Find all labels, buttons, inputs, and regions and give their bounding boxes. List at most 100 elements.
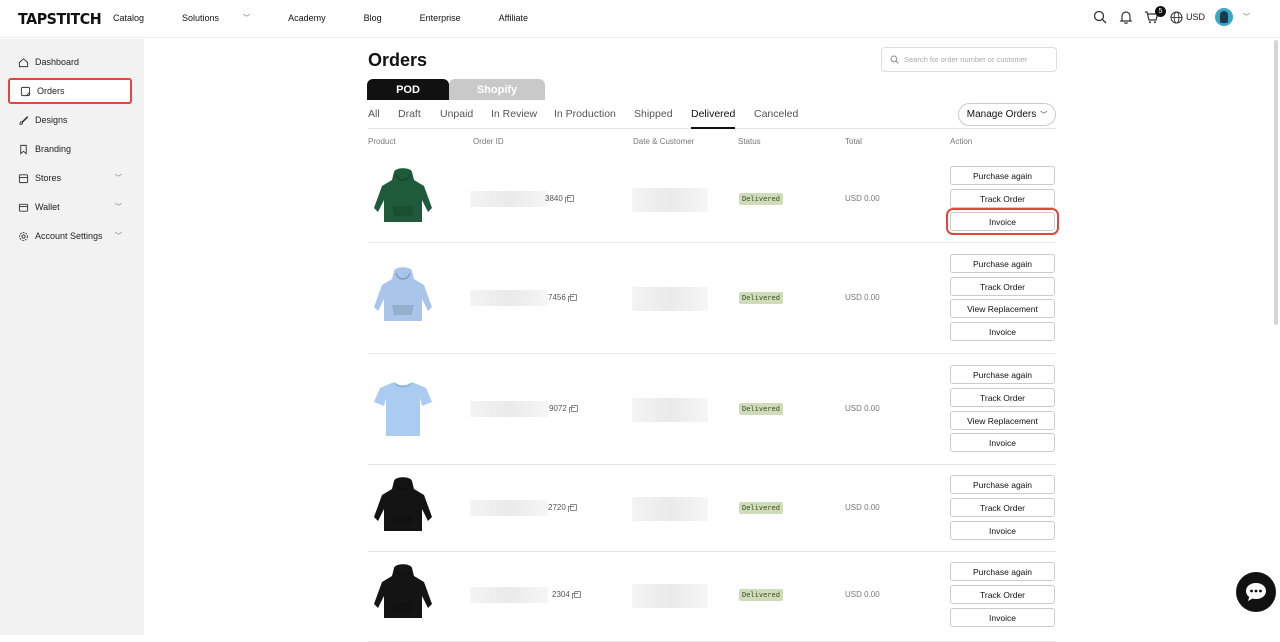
cart-icon[interactable]: 5 bbox=[1144, 6, 1166, 25]
tab-canceled[interactable]: Canceled bbox=[754, 108, 798, 129]
sidebar-item-label: Dashboard bbox=[35, 57, 80, 67]
invoice-button[interactable]: Invoice bbox=[946, 208, 1059, 235]
purchase-again-button[interactable]: Purchase again bbox=[950, 254, 1055, 273]
copy-icon[interactable] bbox=[564, 195, 574, 203]
track-order-button[interactable]: Track Order bbox=[950, 388, 1055, 407]
sidebar-item-label: Stores bbox=[35, 173, 62, 183]
copy-icon[interactable] bbox=[567, 504, 577, 512]
status-badge: Delivered bbox=[739, 193, 783, 205]
tab-delivered[interactable]: Delivered bbox=[691, 108, 736, 129]
search-icon[interactable] bbox=[1092, 9, 1108, 25]
product-image[interactable] bbox=[368, 263, 438, 333]
order-id: 2304 bbox=[552, 590, 581, 599]
sidebar-item-orders[interactable]: Orders bbox=[8, 78, 132, 104]
sidebar-item-account-settings[interactable]: Account Settings ﹀ bbox=[8, 223, 132, 249]
product-image[interactable] bbox=[368, 560, 438, 630]
order-total: USD 0.00 bbox=[845, 194, 880, 203]
product-image[interactable] bbox=[368, 374, 438, 444]
invoice-button[interactable]: Invoice bbox=[950, 433, 1055, 452]
invoice-button[interactable]: Invoice bbox=[950, 521, 1055, 540]
view-replacement-button[interactable]: View Replacement bbox=[950, 299, 1055, 318]
tab-in-review[interactable]: In Review bbox=[491, 108, 537, 129]
brand-logo[interactable]: TAPSTITCH bbox=[18, 10, 102, 28]
purchase-again-button[interactable]: Purchase again bbox=[950, 475, 1055, 494]
nav-link-academy[interactable]: Academy bbox=[288, 13, 345, 23]
status-badge: Delivered bbox=[739, 502, 783, 514]
column-header: Action bbox=[950, 137, 973, 146]
search-icon bbox=[890, 55, 899, 64]
chevron-down-icon: ﹀ bbox=[115, 233, 122, 240]
product-image[interactable] bbox=[368, 164, 438, 234]
right-nav: 5 USD ﹀ bbox=[1092, 6, 1250, 26]
column-header: Total bbox=[845, 137, 862, 146]
status-badge: Delivered bbox=[739, 292, 783, 304]
order-total: USD 0.00 bbox=[845, 503, 880, 512]
track-order-button[interactable]: Track Order bbox=[950, 585, 1055, 604]
order-id: 7456 bbox=[548, 293, 577, 302]
view-replacement-button[interactable]: View Replacement bbox=[950, 411, 1055, 430]
currency-selector[interactable]: USD bbox=[1170, 11, 1205, 24]
sidebar-item-dashboard[interactable]: Dashboard bbox=[8, 49, 132, 75]
redacted-date-customer bbox=[632, 398, 708, 422]
copy-icon[interactable] bbox=[571, 591, 581, 599]
sidebar-item-wallet[interactable]: Wallet ﹀ bbox=[8, 194, 132, 220]
tab-unpaid[interactable]: Unpaid bbox=[440, 108, 473, 129]
orders-icon bbox=[19, 85, 31, 97]
page-title: Orders bbox=[368, 50, 428, 70]
purchase-again-button[interactable]: Purchase again bbox=[950, 562, 1055, 581]
sidebar: Dashboard Orders Designs Branding Stores ﹀ Wal… bbox=[0, 39, 144, 635]
status-badge: Delivered bbox=[739, 403, 783, 415]
wallet-icon bbox=[17, 201, 29, 213]
sidebar-item-stores[interactable]: Stores ﹀ bbox=[8, 165, 132, 191]
table-row: 2304 Delivered USD 0.00 Purchase again Track… bbox=[368, 552, 1056, 642]
purchase-again-button[interactable]: Purchase again bbox=[950, 365, 1055, 384]
nav-link-catalog[interactable]: Catalog bbox=[113, 13, 163, 23]
copy-icon[interactable] bbox=[568, 405, 578, 413]
redacted-order-id bbox=[470, 290, 548, 306]
redacted-order-id bbox=[470, 191, 548, 207]
segment-pod[interactable]: POD bbox=[367, 79, 449, 100]
nav-link-affiliate[interactable]: Affiliate bbox=[499, 13, 547, 23]
nav-link-blog[interactable]: Blog bbox=[364, 13, 401, 23]
chevron-down-icon: ﹀ bbox=[243, 15, 251, 22]
product-image[interactable] bbox=[368, 473, 438, 543]
chat-icon bbox=[1246, 583, 1266, 601]
search-box[interactable] bbox=[881, 47, 1057, 72]
nav-link-enterprise[interactable]: Enterprise bbox=[420, 13, 480, 23]
bookmark-icon bbox=[17, 143, 29, 155]
order-id: 3840 bbox=[545, 194, 574, 203]
store-icon bbox=[17, 172, 29, 184]
purchase-again-button[interactable]: Purchase again bbox=[950, 166, 1055, 185]
search-input[interactable] bbox=[904, 55, 1054, 64]
nav-link-solutions[interactable]: Solutions ﹀ bbox=[182, 13, 269, 23]
manage-orders-button[interactable]: Manage Orders ﹀ bbox=[958, 103, 1056, 126]
tab-in-production[interactable]: In Production bbox=[554, 108, 616, 129]
column-header: Date & Customer bbox=[633, 137, 695, 146]
redacted-date-customer bbox=[632, 584, 708, 608]
invoice-button[interactable]: Invoice bbox=[950, 322, 1055, 341]
table-row: 2720 Delivered USD 0.00 Purchase again Track… bbox=[368, 465, 1056, 552]
chevron-down-icon[interactable]: ﹀ bbox=[1243, 12, 1250, 22]
sidebar-item-label: Wallet bbox=[35, 202, 60, 212]
tab-shipped[interactable]: Shipped bbox=[634, 108, 673, 129]
sidebar-item-designs[interactable]: Designs bbox=[8, 107, 132, 133]
redacted-order-id bbox=[470, 587, 548, 603]
track-order-button[interactable]: Track Order bbox=[950, 498, 1055, 517]
chat-button[interactable] bbox=[1236, 572, 1276, 612]
scrollbar[interactable] bbox=[1274, 40, 1278, 325]
avatar[interactable] bbox=[1215, 8, 1233, 26]
chevron-down-icon: ﹀ bbox=[1040, 111, 1048, 119]
segment-shopify[interactable]: Shopify bbox=[449, 79, 545, 100]
track-order-button[interactable]: Track Order bbox=[950, 277, 1055, 296]
sidebar-item-label: Branding bbox=[35, 144, 72, 154]
bell-icon[interactable] bbox=[1118, 9, 1134, 25]
track-order-button[interactable]: Track Order bbox=[950, 189, 1055, 208]
invoice-button[interactable]: Invoice bbox=[950, 608, 1055, 627]
copy-icon[interactable] bbox=[567, 294, 577, 302]
sidebar-item-branding[interactable]: Branding bbox=[8, 136, 132, 162]
table-row: 9072 Delivered USD 0.00 Purchase again Track… bbox=[368, 354, 1056, 465]
tab-all[interactable]: All bbox=[368, 108, 380, 129]
tab-draft[interactable]: Draft bbox=[398, 108, 421, 129]
redacted-date-customer bbox=[632, 497, 708, 521]
sidebar-item-label: Designs bbox=[35, 115, 68, 125]
